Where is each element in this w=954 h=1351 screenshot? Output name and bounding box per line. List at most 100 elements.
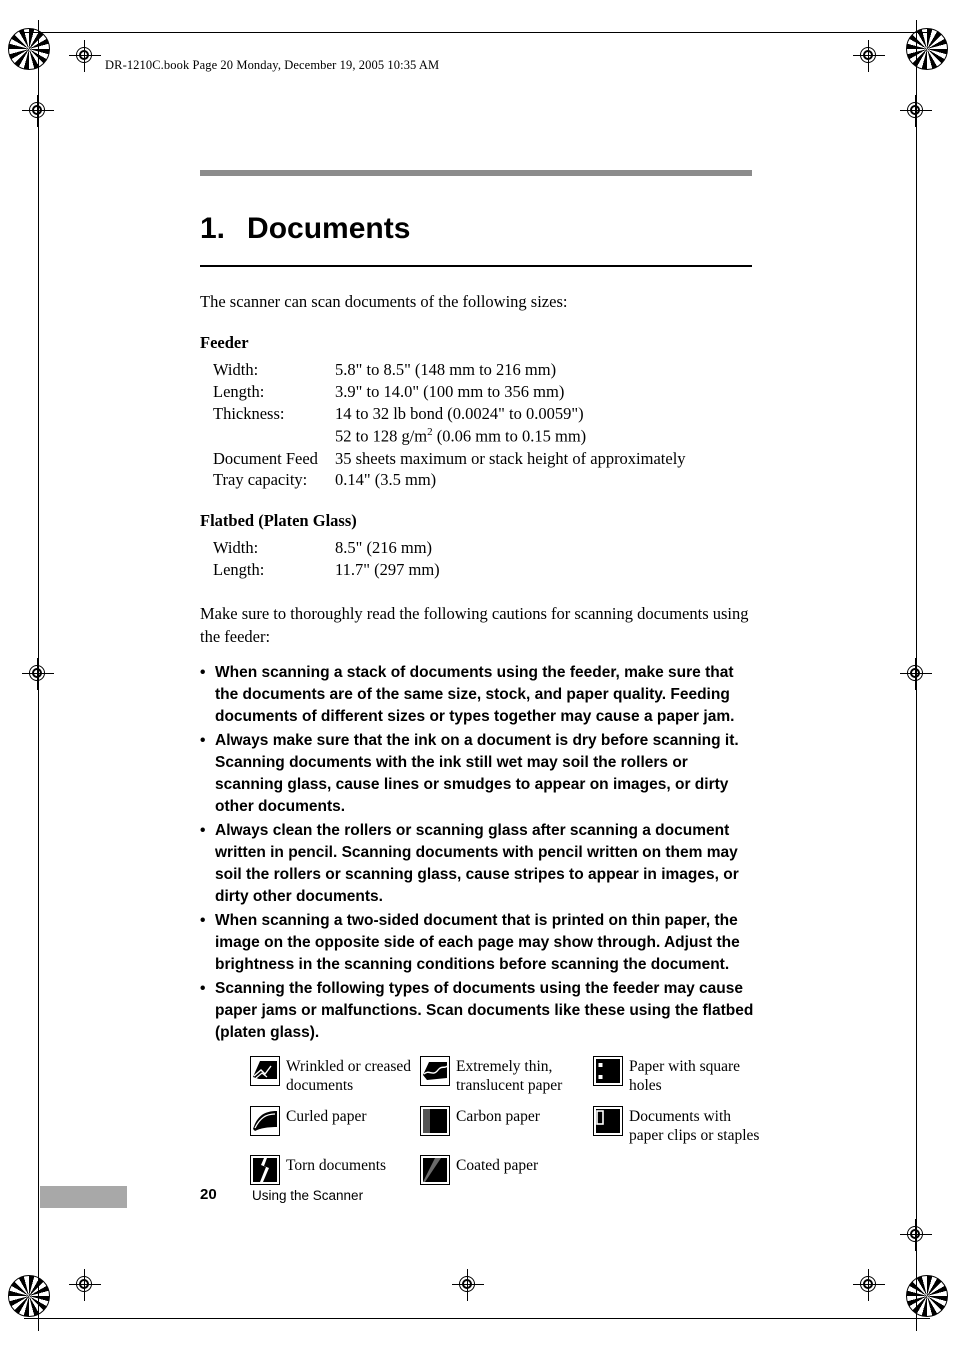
page-content: 1. Documents The scanner can scan documen… bbox=[200, 170, 759, 1195]
wrinkled-document-icon bbox=[250, 1055, 280, 1086]
registration-circle-top-left bbox=[8, 28, 50, 70]
crop-mark-bottom bbox=[24, 1318, 930, 1319]
document-type-label: Coated paper bbox=[456, 1157, 539, 1175]
registration-target-top-left bbox=[69, 40, 101, 72]
registration-target-bottom-right bbox=[853, 1269, 885, 1301]
caution-intro-paragraph: Make sure to thoroughly read the followi… bbox=[200, 604, 749, 646]
intro-paragraph: The scanner can scan documents of the fo… bbox=[200, 292, 568, 311]
spec-value: 8.5" (216 mm) bbox=[335, 538, 433, 558]
crop-mark-top bbox=[24, 32, 930, 33]
document-type-label: Torn documents bbox=[286, 1157, 387, 1175]
document-type-item: Curled paper bbox=[250, 1105, 420, 1146]
chapter-number: 1. bbox=[200, 212, 226, 245]
flatbed-heading: Flatbed (Platen Glass) bbox=[200, 511, 357, 531]
bullet-icon: • bbox=[200, 731, 206, 749]
document-type-item: Carbon paper bbox=[420, 1105, 593, 1146]
document-type-row: Curled paper Carbon paper Documents with… bbox=[250, 1105, 760, 1146]
spec-label: Width: bbox=[213, 360, 259, 380]
registration-target-bottom-center bbox=[452, 1269, 484, 1301]
spec-value: 3.9" to 14.0" (100 mm to 356 mm) bbox=[335, 382, 565, 402]
caution-text: Always clean the rollers or scanning gla… bbox=[215, 821, 739, 905]
caution-list: • When scanning a stack of documents usi… bbox=[200, 662, 756, 1044]
document-type-item: Paper with square holes bbox=[593, 1055, 760, 1096]
caution-text: Scanning the following types of document… bbox=[215, 979, 754, 1041]
registration-target-bottom-left bbox=[69, 1269, 101, 1301]
document-type-row: Wrinkled or creased documents Extremely … bbox=[250, 1055, 760, 1096]
title-rule-top bbox=[200, 170, 752, 176]
paper-clip-document-icon bbox=[593, 1105, 623, 1136]
coated-paper-icon bbox=[420, 1155, 450, 1186]
spec-label: Width: bbox=[213, 538, 259, 558]
spec-value: 35 sheets maximum or stack height of app… bbox=[335, 448, 686, 468]
list-item: • Always make sure that the ink on a doc… bbox=[200, 730, 756, 818]
table-row: Tray capacity: 0.14" (3.5 mm) bbox=[213, 469, 686, 491]
chapter-title-text: Documents bbox=[247, 212, 411, 245]
spec-value-pre: 52 to 128 g/m bbox=[335, 426, 428, 446]
document-type-label: Curled paper bbox=[286, 1107, 367, 1125]
document-type-row: Torn documents Coated paper bbox=[250, 1155, 760, 1186]
caution-text: When scanning a stack of documents using… bbox=[215, 663, 735, 725]
spec-value: 52 to 128 g/m2 (0.06 mm to 0.15 mm) bbox=[335, 425, 686, 447]
document-type-label: Documents with paper clips or staples bbox=[629, 1107, 760, 1144]
spec-label: Thickness: bbox=[213, 404, 285, 424]
registration-circle-top-right bbox=[906, 28, 948, 70]
curled-paper-icon bbox=[250, 1105, 280, 1136]
document-type-label: Carbon paper bbox=[456, 1107, 540, 1125]
torn-document-icon bbox=[250, 1155, 280, 1186]
table-row: Length: 11.7" (297 mm) bbox=[213, 559, 440, 581]
thin-translucent-paper-icon bbox=[420, 1055, 450, 1086]
bullet-icon: • bbox=[200, 821, 206, 839]
document-type-item: Coated paper bbox=[420, 1155, 593, 1186]
spec-label bbox=[213, 425, 335, 447]
bullet-icon: • bbox=[200, 979, 206, 997]
caution-text: Always make sure that the ink on a docum… bbox=[215, 731, 739, 815]
square-hole-paper-icon bbox=[593, 1055, 623, 1086]
list-item: • When scanning a two-sided document tha… bbox=[200, 910, 756, 976]
bullet-icon: • bbox=[200, 663, 206, 681]
spec-value: 5.8" to 8.5" (148 mm to 216 mm) bbox=[335, 360, 557, 380]
table-row: Width: 5.8" to 8.5" (148 mm to 216 mm) bbox=[213, 359, 686, 381]
document-type-item: Torn documents bbox=[250, 1155, 420, 1186]
document-type-item: Wrinkled or creased documents bbox=[250, 1055, 420, 1096]
spec-label: Length: bbox=[213, 382, 265, 402]
table-row: Thickness: 14 to 32 lb bond (0.0024" to … bbox=[213, 403, 686, 425]
spec-value: 11.7" (297 mm) bbox=[335, 560, 440, 580]
spec-value: 14 to 32 lb bond (0.0024" to 0.0059") bbox=[335, 404, 584, 424]
flatbed-spec-table: Width: 8.5" (216 mm) Length: 11.7" (297 … bbox=[213, 537, 440, 581]
footer-tab-bar bbox=[40, 1186, 127, 1208]
page-number: 20 bbox=[200, 1186, 217, 1203]
list-item: • Always clean the rollers or scanning g… bbox=[200, 820, 756, 908]
spec-value-post: (0.06 mm to 0.15 mm) bbox=[432, 426, 587, 446]
carbon-paper-icon bbox=[420, 1105, 450, 1136]
crop-mark-left bbox=[38, 20, 39, 1331]
registration-circle-bottom-right bbox=[906, 1275, 948, 1317]
document-type-label: Paper with square holes bbox=[629, 1057, 741, 1094]
spec-label: Length: bbox=[213, 560, 265, 580]
bullet-icon: • bbox=[200, 911, 206, 929]
table-row: Width: 8.5" (216 mm) bbox=[213, 537, 440, 559]
document-type-item: Documents with paper clips or staples bbox=[593, 1105, 760, 1146]
spec-label: Tray capacity: bbox=[213, 470, 308, 490]
crop-mark-right bbox=[916, 20, 917, 1331]
document-type-grid: Wrinkled or creased documents Extremely … bbox=[250, 1055, 760, 1186]
table-row: Document Feed 35 sheets maximum or stack… bbox=[213, 448, 686, 470]
feeder-heading: Feeder bbox=[200, 333, 249, 353]
page-title: 1. Documents bbox=[200, 212, 756, 246]
document-type-label: Wrinkled or creased documents bbox=[286, 1057, 412, 1094]
table-row: Length: 3.9" to 14.0" (100 mm to 356 mm) bbox=[213, 381, 686, 403]
title-rule-bottom bbox=[200, 265, 752, 267]
table-row: 52 to 128 g/m2 (0.06 mm to 0.15 mm) bbox=[213, 425, 686, 447]
file-header-line: DR-1210C.book Page 20 Monday, December 1… bbox=[105, 58, 440, 72]
manual-page: DR-1210C.book Page 20 Monday, December 1… bbox=[0, 0, 954, 1351]
caution-text: When scanning a two-sided document that … bbox=[215, 911, 740, 973]
document-type-item: Extremely thin, translucent paper bbox=[420, 1055, 593, 1096]
feeder-spec-table: Width: 5.8" to 8.5" (148 mm to 216 mm) L… bbox=[213, 359, 686, 491]
list-item: • When scanning a stack of documents usi… bbox=[200, 662, 756, 728]
footer-section-title: Using the Scanner bbox=[252, 1188, 364, 1203]
registration-circle-bottom-left bbox=[8, 1275, 50, 1317]
spec-label: Document Feed bbox=[213, 448, 318, 468]
spec-value: 0.14" (3.5 mm) bbox=[335, 470, 437, 490]
registration-target-top-right bbox=[853, 40, 885, 72]
list-item: • Scanning the following types of docume… bbox=[200, 978, 756, 1044]
document-type-label: Extremely thin, translucent paper bbox=[456, 1057, 563, 1094]
